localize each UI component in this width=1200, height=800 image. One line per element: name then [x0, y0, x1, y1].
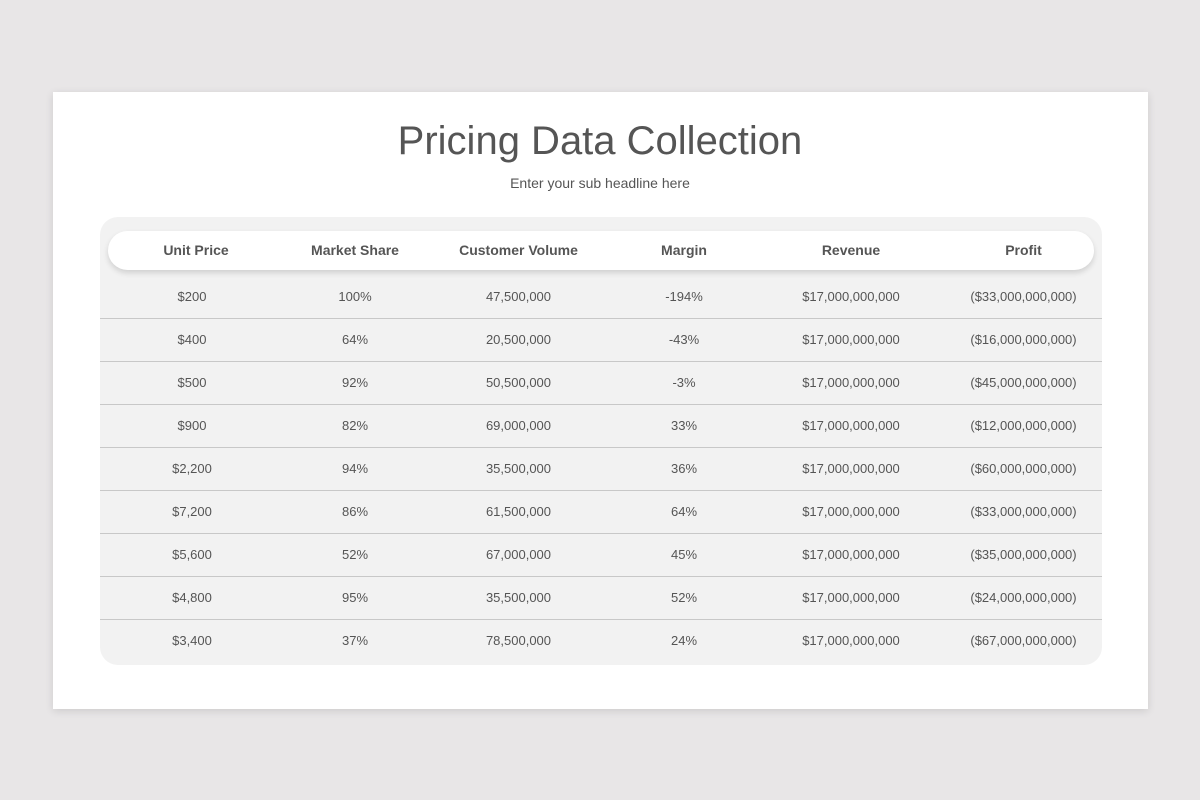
cell-customer-volume: 35,500,000	[485, 461, 552, 476]
table-row: $900 82% 69,000,000 33% $17,000,000,000 ($12,…	[100, 405, 1102, 448]
header-customer-volume: Customer Volume	[459, 242, 578, 258]
cell-revenue: $17,000,000,000	[802, 633, 900, 648]
cell-unit-price: $4,800	[172, 590, 212, 605]
cell-margin: 64%	[670, 504, 698, 519]
cell-margin: -3%	[672, 375, 696, 390]
cell-margin: -194%	[665, 289, 703, 304]
cell-revenue: $17,000,000,000	[802, 332, 900, 347]
cell-customer-volume: 50,500,000	[485, 375, 552, 390]
table-row: $2,200 94% 35,500,000 36% $17,000,000,000 ($6…	[100, 448, 1102, 491]
cell-revenue: $17,000,000,000	[802, 418, 900, 433]
cell-revenue: $17,000,000,000	[802, 590, 900, 605]
header-unit-price: Unit Price	[163, 242, 229, 258]
table-body: $200 100% 47,500,000 -194% $17,000,000,000 ($…	[100, 276, 1102, 663]
cell-unit-price: $3,400	[172, 633, 212, 648]
cell-customer-volume: 35,500,000	[485, 590, 552, 605]
cell-profit: ($24,000,000,000)	[970, 590, 1077, 605]
cell-profit: ($67,000,000,000)	[970, 633, 1077, 648]
header-market-share: Market Share	[311, 242, 399, 258]
cell-profit: ($60,000,000,000)	[970, 461, 1077, 476]
cell-market-share: 52%	[341, 547, 369, 562]
table-row: $3,400 37% 78,500,000 24% $17,000,000,000 ($6…	[100, 620, 1102, 663]
cell-unit-price: $900	[177, 418, 207, 433]
cell-margin: 52%	[670, 590, 698, 605]
cell-revenue: $17,000,000,000	[802, 547, 900, 562]
cell-market-share: 100%	[338, 289, 372, 304]
cell-customer-volume: 47,500,000	[485, 289, 552, 304]
cell-unit-price: $200	[177, 289, 207, 304]
cell-unit-price: $400	[177, 332, 207, 347]
cell-market-share: 82%	[341, 418, 369, 433]
cell-market-share: 94%	[341, 461, 369, 476]
cell-margin: 24%	[670, 633, 698, 648]
table-row: $400 64% 20,500,000 -43% $17,000,000,000 ($16…	[100, 319, 1102, 362]
cell-profit: ($12,000,000,000)	[970, 418, 1077, 433]
page-subtitle: Enter your sub headline here	[510, 175, 690, 191]
cell-margin: 45%	[670, 547, 698, 562]
table-row: $200 100% 47,500,000 -194% $17,000,000,000 ($…	[100, 276, 1102, 319]
cell-profit: ($35,000,000,000)	[970, 547, 1077, 562]
cell-profit: ($33,000,000,000)	[970, 504, 1077, 519]
table-header: Unit Price Market Share Customer Volume …	[108, 231, 1094, 270]
cell-market-share: 64%	[341, 332, 369, 347]
cell-customer-volume: 69,000,000	[485, 418, 552, 433]
cell-profit: ($45,000,000,000)	[970, 375, 1077, 390]
cell-revenue: $17,000,000,000	[802, 504, 900, 519]
header-revenue: Revenue	[821, 242, 881, 258]
cell-revenue: $17,000,000,000	[802, 289, 900, 304]
cell-unit-price: $7,200	[172, 504, 212, 519]
header-profit: Profit	[1005, 242, 1042, 258]
cell-margin: 33%	[670, 418, 698, 433]
table-row: $7,200 86% 61,500,000 64% $17,000,000,000 ($3…	[100, 491, 1102, 534]
cell-unit-price: $500	[177, 375, 207, 390]
cell-market-share: 86%	[341, 504, 369, 519]
cell-margin: 36%	[670, 461, 698, 476]
cell-customer-volume: 61,500,000	[485, 504, 552, 519]
table-row: $500 92% 50,500,000 -3% $17,000,000,000 ($45,…	[100, 362, 1102, 405]
cell-revenue: $17,000,000,000	[802, 461, 900, 476]
cell-market-share: 37%	[341, 633, 369, 648]
cell-customer-volume: 67,000,000	[485, 547, 552, 562]
cell-customer-volume: 20,500,000	[485, 332, 552, 347]
cell-margin: -43%	[668, 332, 700, 347]
page-title: Pricing Data Collection	[397, 119, 803, 163]
cell-customer-volume: 78,500,000	[485, 633, 552, 648]
cell-market-share: 95%	[341, 590, 369, 605]
table-row: $4,800 95% 35,500,000 52% $17,000,000,000 ($2…	[100, 577, 1102, 620]
table-row: $5,600 52% 67,000,000 45% $17,000,000,000 ($3…	[100, 534, 1102, 577]
cell-revenue: $17,000,000,000	[802, 375, 900, 390]
header-margin: Margin	[661, 242, 707, 258]
cell-market-share: 92%	[341, 375, 369, 390]
cell-unit-price: $2,200	[172, 461, 212, 476]
cell-unit-price: $5,600	[172, 547, 212, 562]
cell-profit: ($33,000,000,000)	[970, 289, 1077, 304]
cell-profit: ($16,000,000,000)	[970, 332, 1077, 347]
